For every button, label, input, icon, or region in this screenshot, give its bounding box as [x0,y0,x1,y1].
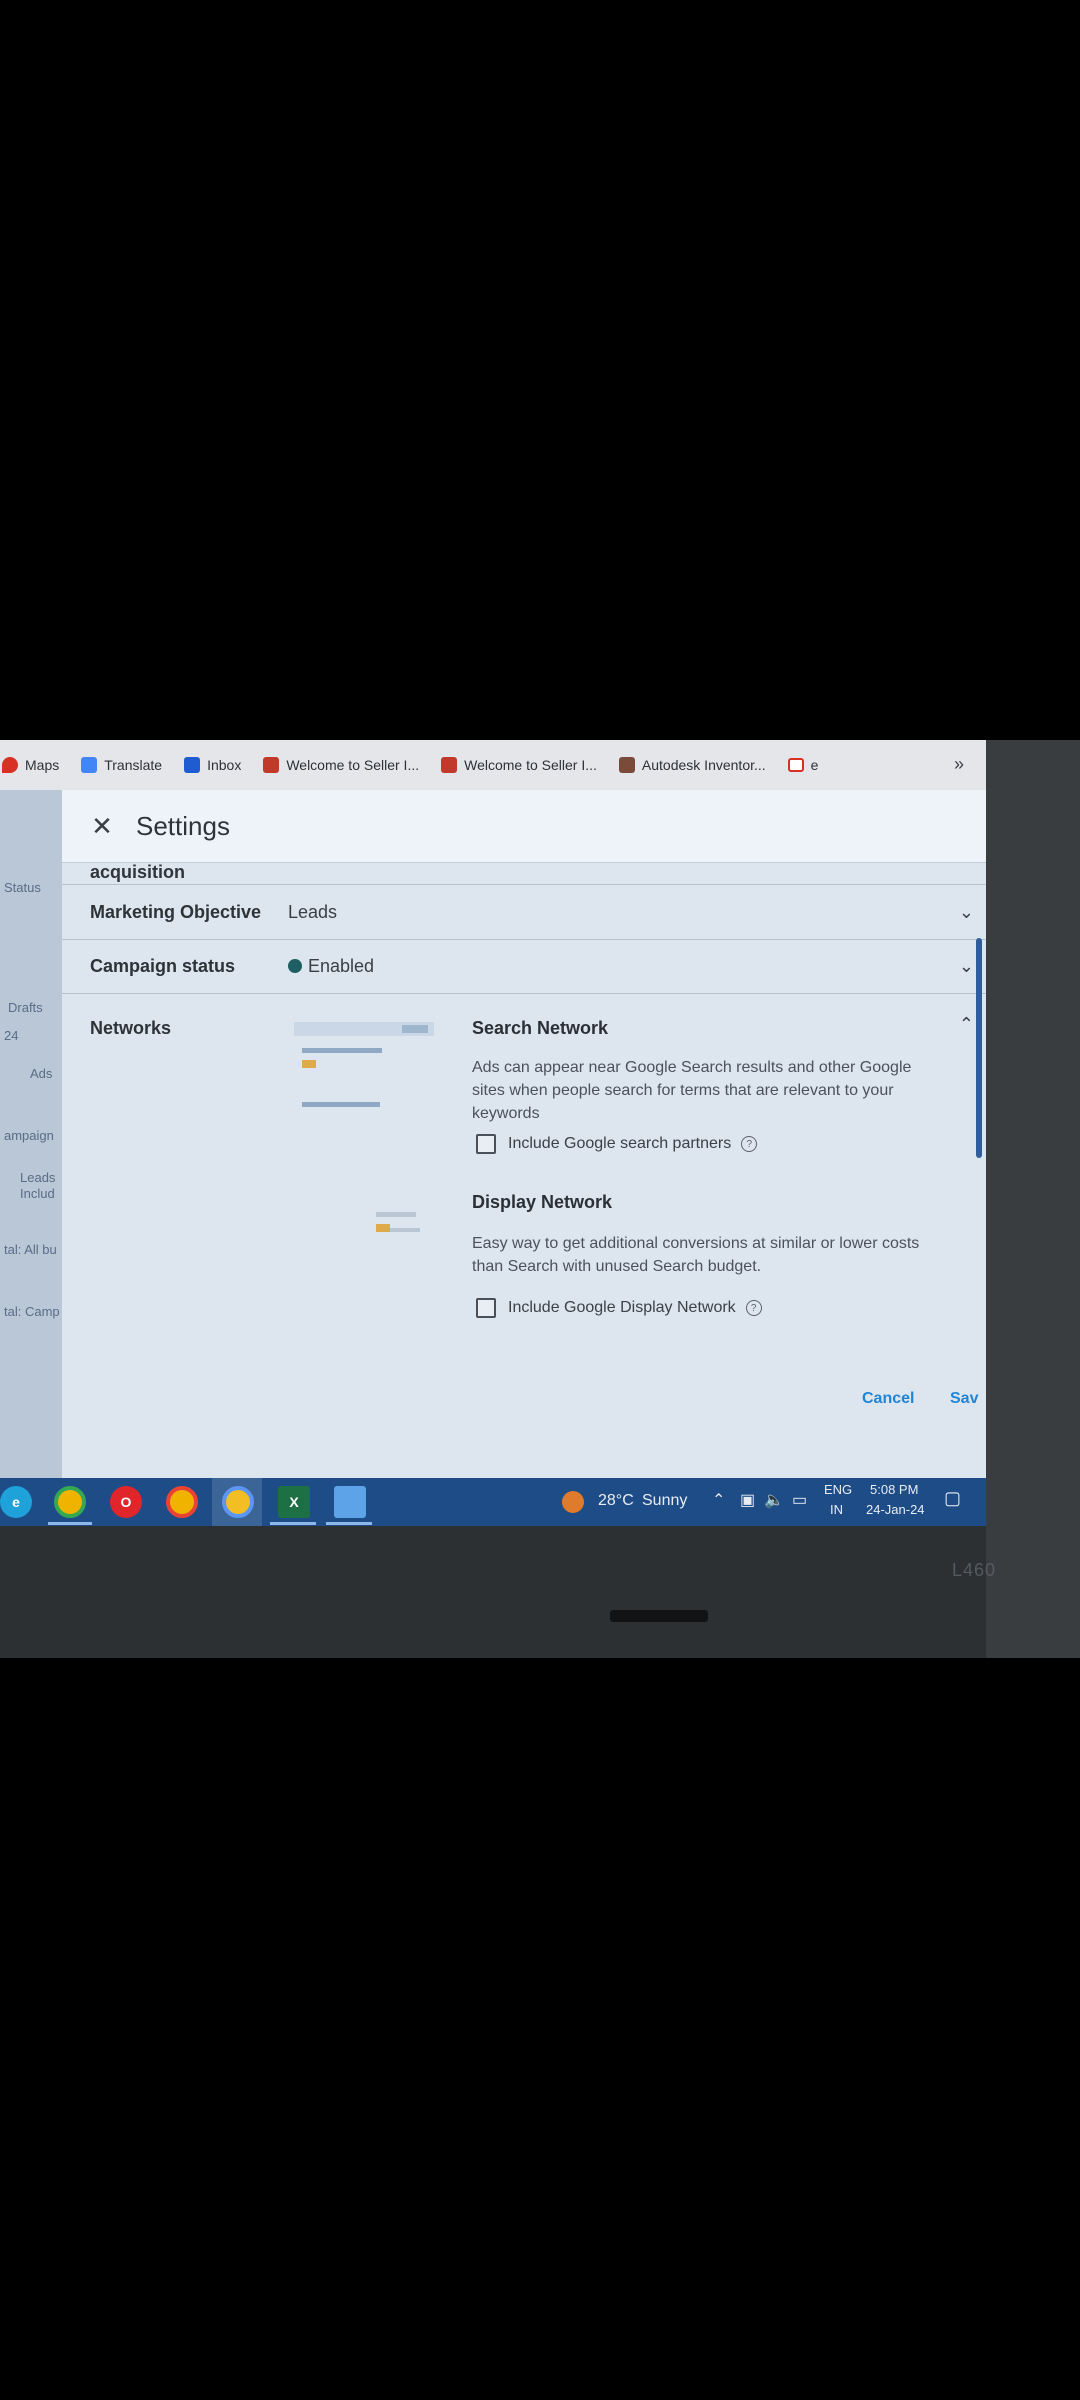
campaign-status-row[interactable]: Campaign status Enabled ⌄ [62,939,986,994]
bg-text: Includ [20,1186,55,1201]
search-partners-checkbox[interactable] [476,1134,496,1154]
bg-text: Leads [20,1170,56,1185]
status-dot-icon [288,958,302,973]
gmail-icon [787,758,804,772]
clock-time[interactable]: 5:08 PM [870,1482,918,1497]
autodesk-icon [618,757,635,773]
bookmark-label: Maps [25,757,60,773]
opera-icon[interactable]: O [110,1486,142,1518]
notifications-icon[interactable]: ▢ [944,1488,961,1509]
marketing-objective-value: Leads [288,901,338,922]
bookmark-autodesk[interactable]: Autodesk Inventor... [618,757,766,773]
laptop-hinge [610,1610,708,1622]
bookmark-label: Autodesk Inventor... [641,757,766,773]
chevron-down-icon[interactable]: ⌄ [959,956,974,977]
chevron-down-icon[interactable]: ⌄ [959,902,974,923]
weather-condition[interactable]: Sunny [642,1492,687,1510]
language-top[interactable]: ENG [824,1482,852,1497]
help-icon[interactable]: ? [745,1300,762,1316]
settings-header: ✕ Settings [62,790,986,863]
bookmark-seller-2[interactable]: Welcome to Seller I... [441,757,597,773]
excel-icon[interactable]: X [278,1486,310,1518]
bookmark-label: e [810,757,819,773]
bookmark-label: Translate [104,757,163,773]
bookmark-maps[interactable]: Maps [2,757,59,773]
close-icon: ✕ [91,810,113,841]
networks-section: Networks Search Network ⌃ Ads can appear… [62,994,986,1480]
bookmark-label: Inbox [207,757,242,773]
networks-label: Networks [90,1018,172,1038]
search-network-title: Search Network [472,1018,609,1038]
save-button[interactable]: Sav [950,1390,978,1408]
weather-temperature[interactable]: 28°C [598,1492,634,1510]
settings-panel: ✕ Settings acquisition Marketing Objecti… [62,790,986,1480]
display-network-title: Display Network [472,1192,613,1212]
translate-icon [81,757,98,773]
screen-bezel [986,740,1080,1658]
campaign-status-value: Enabled [288,956,374,977]
bookmark-inbox[interactable]: Inbox [184,757,241,773]
chevron-up-icon[interactable]: ⌃ [959,1014,974,1035]
battery-icon[interactable]: ▭ [792,1490,807,1510]
photo-frame: Maps Translate Inbox Welcome to Seller I… [0,740,1080,1658]
windows-taskbar: e O X 28°C Sunny ⌃ ▣ 🔈 ▭ ENG IN 5:08 PM … [0,1478,986,1526]
weather-icon[interactable] [562,1491,584,1513]
campaign-status-text: Enabled [308,955,375,976]
seller-icon [263,757,280,773]
language-bottom[interactable]: IN [830,1502,843,1517]
search-partners-label: Include Google search partners [508,1135,732,1152]
help-icon[interactable]: ? [741,1136,758,1152]
search-network-description: Ads can appear near Google Search result… [472,1059,912,1122]
bookmark-gmail[interactable]: e [787,757,819,773]
maps-pin-icon [2,757,18,773]
seller-icon [441,757,458,773]
laptop-screen: Maps Translate Inbox Welcome to Seller I… [0,740,986,1526]
chevron-up-icon[interactable]: ⌃ [712,1490,725,1510]
partial-setting-row: acquisition [90,862,186,882]
inbox-icon [184,757,201,773]
display-network-checkbox[interactable] [476,1298,496,1318]
search-partners-checkbox-row[interactable]: Include Google search partners ? [476,1134,758,1154]
bookmark-label: Welcome to Seller I... [464,757,597,773]
bookmarks-bar: Maps Translate Inbox Welcome to Seller I… [0,740,986,791]
marketing-objective-label: Marketing Objective [90,901,262,922]
bookmark-seller-1[interactable]: Welcome to Seller I... [263,757,419,773]
bg-text: Status [4,880,41,895]
cancel-button[interactable]: Cancel [862,1390,914,1408]
marketing-objective-row[interactable]: Marketing Objective Leads ⌄ [62,884,986,940]
display-network-label: Include Google Display Network [508,1299,736,1316]
panel-scrollbar[interactable] [976,938,982,1158]
bg-text: 24 [4,1028,19,1043]
laptop-body [0,1520,1080,1658]
networks-illustration [294,1022,434,1232]
bookmark-translate[interactable]: Translate [81,757,162,773]
bg-text: tal: Camp [4,1304,60,1319]
bg-text: Ads [30,1066,53,1081]
display-network-checkbox-row[interactable]: Include Google Display Network ? [476,1298,762,1318]
clock-date[interactable]: 24-Jan-24 [866,1502,925,1517]
network-icon[interactable]: ▣ [740,1490,755,1510]
active-indicator [270,1522,316,1525]
bg-text: tal: All bu [4,1242,57,1257]
settings-title: Settings [136,810,230,841]
notepad-icon[interactable] [334,1486,366,1518]
active-indicator [212,1478,262,1526]
bookmark-label: Welcome to Seller I... [286,757,420,773]
chrome-icon[interactable] [166,1486,198,1518]
background-page-sidebar: Status Drafts 24 Ads ampaign Leads Inclu… [0,790,62,1480]
close-button[interactable]: ✕ [88,810,116,841]
networks-illustration-lower [376,1212,416,1232]
more-bookmarks-button[interactable]: » [954,754,964,775]
active-indicator [48,1522,92,1525]
chrome-icon[interactable] [54,1486,86,1518]
laptop-model-logo: L460 [952,1560,997,1580]
edge-icon[interactable]: e [0,1486,32,1518]
active-indicator [326,1522,372,1525]
display-network-description: Easy way to get additional conversions a… [472,1235,920,1275]
bg-text: Drafts [8,1000,43,1015]
volume-icon[interactable]: 🔈 [764,1490,784,1510]
bg-text: ampaign [4,1128,54,1143]
campaign-status-label: Campaign status [90,955,236,976]
